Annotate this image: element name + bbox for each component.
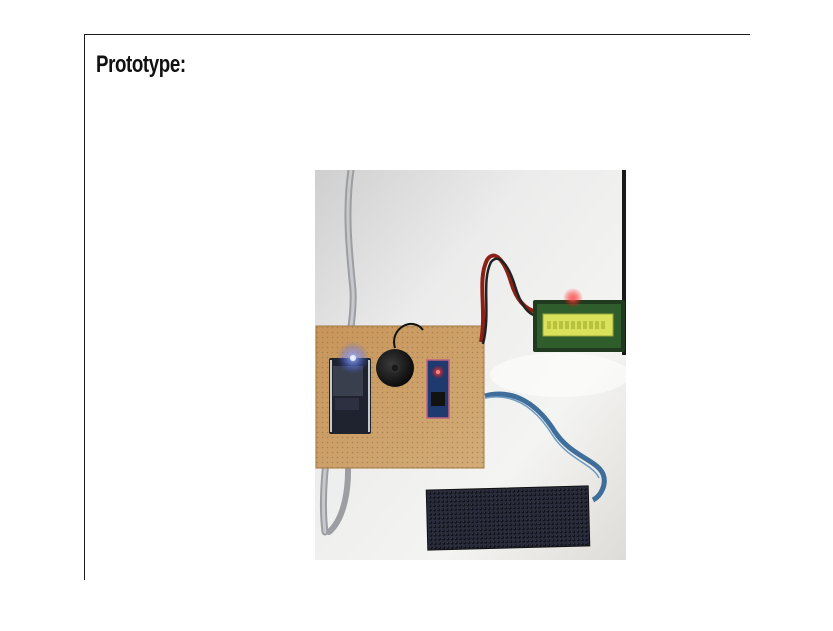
left-border-line xyxy=(84,34,85,580)
prototype-photo xyxy=(315,170,626,560)
section-heading: Prototype: xyxy=(96,51,186,78)
top-border-line xyxy=(84,34,750,35)
document-page: Prototype: xyxy=(0,0,833,631)
